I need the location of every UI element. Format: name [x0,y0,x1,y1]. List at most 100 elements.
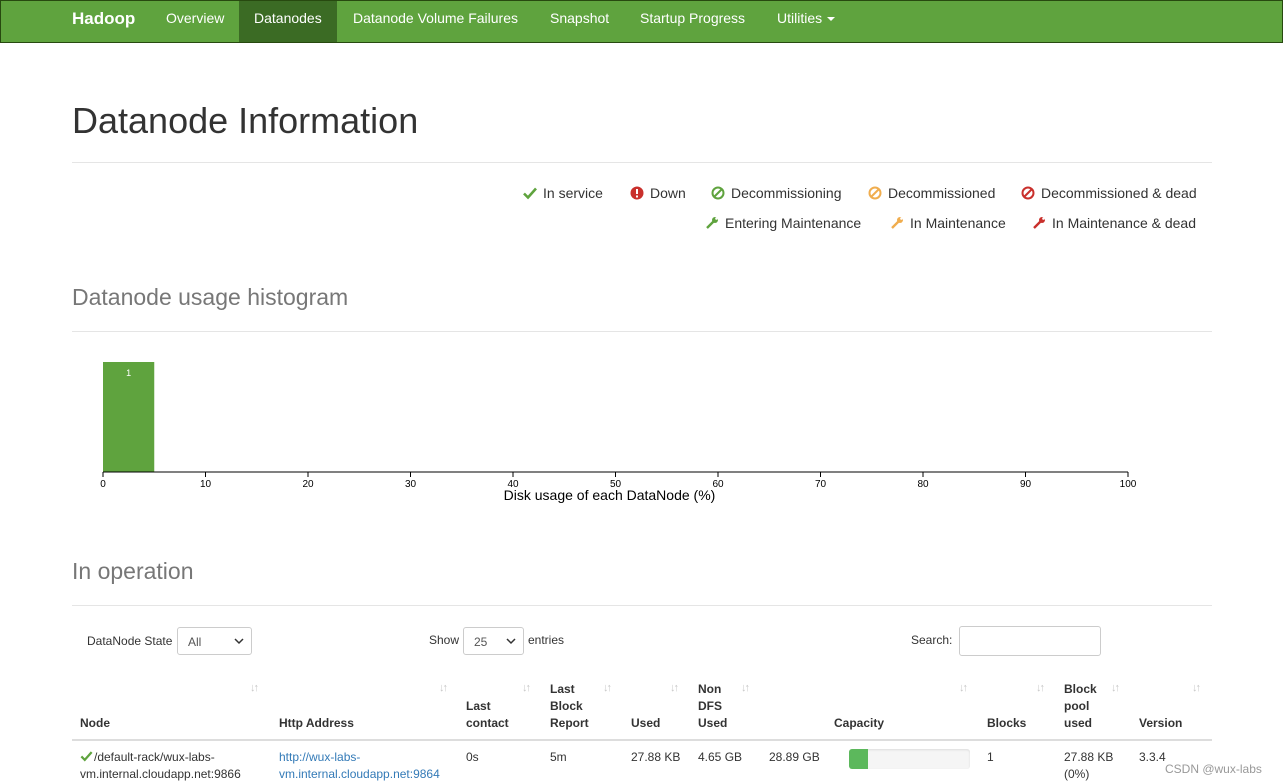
column-header-block-pool-used[interactable]: Block pool used [1064,681,1097,732]
legend-label: Decommissioned [888,185,996,201]
legend-label: Entering Maintenance [725,215,862,231]
header-label: Non DFS Used [698,682,728,730]
header-label: Http Address [279,716,354,730]
x-tick-label: 80 [917,479,929,490]
top-navbar: Hadoop Overview Datanodes Datanode Volum… [0,0,1283,43]
exclamation-circle-icon [630,186,644,200]
histogram-title: Datanode usage histogram [72,284,349,310]
page-size-select[interactable]: 25 [463,627,524,655]
cell-block-pool-used: 27.88 KB (0%) [1064,750,1114,781]
header-label: Capacity [834,716,885,730]
x-axis-label: Disk usage of each DataNode (%) [504,487,716,503]
cell-node: /default-rack/wux-labs- vm.internal.clou… [80,749,241,783]
column-header-last-contact[interactable]: Last contact [466,698,509,732]
datanode-state-value: All [188,635,202,649]
cell-last-contact: 0s [466,750,479,764]
ban-circle-icon [1021,186,1035,200]
histogram-bar [103,362,155,472]
nav-utilities-label: Utilities [777,10,823,26]
wrench-icon [1033,217,1045,229]
usage-histogram: 1 0 10 20 30 40 50 60 70 80 90 100 Disk usage of eac… [95,355,1155,505]
ban-circle-icon [711,186,725,200]
column-header-last-block-report[interactable]: Last Block Report [550,681,589,732]
x-tick-label: 30 [405,479,417,490]
legend-label: Decommissioning [731,185,842,201]
header-label: Version [1139,716,1183,730]
column-header-used[interactable]: Used [631,715,660,732]
sort-icon[interactable]: ↓↑ [1111,682,1120,694]
brand-logo[interactable]: Hadoop [72,9,135,29]
chevron-down-icon [234,638,244,645]
sort-icon[interactable]: ↓↑ [1192,682,1201,694]
legend-decommissioning: Decommissioning [711,185,841,201]
cell-http-address-link[interactable]: http://wux-labs- vm.internal.cloudapp.ne… [279,749,440,783]
watermark: CSDN @wux-labs [1165,762,1262,776]
column-header-non-dfs-used[interactable]: Non DFS Used [698,681,727,732]
sort-icon[interactable]: ↓↑ [522,682,531,694]
column-header-version[interactable]: Version [1139,715,1182,732]
capacity-progress-bar [849,749,970,769]
nav-datanode-volume-failures[interactable]: Datanode Volume Failures [338,1,533,42]
legend-label: In Maintenance & dead [1052,215,1196,231]
check-icon [80,751,93,762]
column-header-node[interactable]: Node [80,715,110,732]
ban-circle-icon [868,186,882,200]
header-label: Last contact [466,699,509,730]
column-header-http-address[interactable]: Http Address [279,715,354,732]
nav-overview[interactable]: Overview [151,1,239,42]
legend-in-maintenance: In Maintenance [890,215,1006,231]
column-header-capacity[interactable]: Capacity [834,715,884,732]
sort-icon[interactable]: ↓↑ [250,682,259,694]
column-header-blocks[interactable]: Blocks [987,715,1026,732]
sort-icon[interactable]: ↓↑ [603,682,612,694]
nav-utilities[interactable]: Utilities [762,1,850,42]
cell-last-block-report: 5m [550,750,567,764]
page-size-value: 25 [474,635,488,649]
legend-in-maintenance-dead: In Maintenance & dead [1032,215,1196,231]
cell-version: 3.3.4 [1139,750,1166,764]
histogram-chart: 10 10 20 30 40 50 60 70 80 90 100Disk usage of eac… [100,362,1137,503]
entries-label: entries [528,633,565,647]
divider [72,162,1212,163]
nav-startup-progress[interactable]: Startup Progress [625,1,760,42]
legend-label: Decommissioned & dead [1041,185,1197,201]
sort-icon[interactable]: ↓↑ [670,682,679,694]
legend-decommissioned: Decommissioned [868,185,995,201]
sort-icon[interactable]: ↓↑ [439,682,448,694]
datanode-state-label: DataNode State [87,634,173,648]
header-label: Node [80,716,110,730]
nav-snapshot[interactable]: Snapshot [535,1,624,42]
capacity-progress-fill [849,749,869,769]
divider [72,605,1212,606]
caret-down-icon [827,17,836,22]
legend-label: In service [543,185,603,201]
search-input[interactable] [959,626,1101,656]
cell-blocks: 1 [987,750,994,764]
search-label: Search: [911,633,953,647]
page-title: Datanode Information [72,100,419,141]
x-tick-label: 100 [1120,479,1137,490]
show-label: Show [429,633,460,647]
legend-decommissioned-dead: Decommissioned & dead [1021,185,1197,201]
sort-icon[interactable]: ↓↑ [1036,682,1045,694]
wrench-icon [891,217,903,229]
sort-icon[interactable]: ↓↑ [959,682,968,694]
x-tick-label: 0 [100,479,106,490]
cell-non-dfs-used: 4.65 GB [698,750,743,764]
sort-icon[interactable]: ↓↑ [741,682,750,694]
header-label: Last Block Report [550,682,589,730]
cell-used: 27.88 KB [631,750,681,764]
legend-entering-maintenance: Entering Maintenance [705,215,861,231]
legend-in-service: In service [523,185,603,201]
legend-label: In Maintenance [910,215,1006,231]
header-label: Block pool used [1064,682,1097,730]
x-tick-label: 10 [200,479,212,490]
wrench-icon [706,217,718,229]
nav-datanodes[interactable]: Datanodes [239,1,337,42]
legend-down: Down [630,185,686,201]
datanode-state-select[interactable]: All [177,627,252,655]
node-name: /default-rack/wux-labs- vm.internal.clou… [80,750,241,781]
bar-count-label: 1 [126,368,131,378]
cell-capacity: 28.89 GB [769,750,820,764]
legend-label: Down [650,185,686,201]
